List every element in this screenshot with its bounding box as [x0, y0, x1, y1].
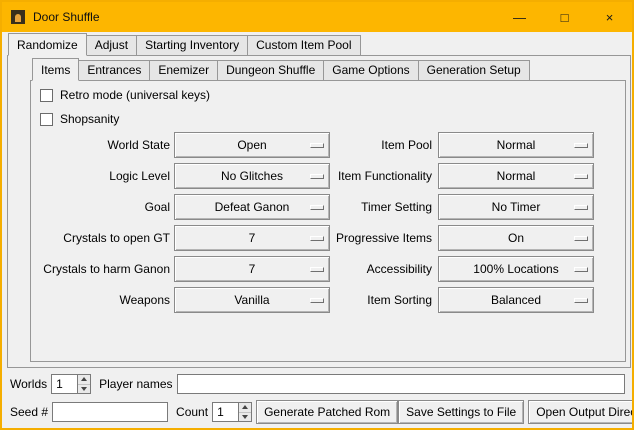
- progressive-items-label: Progressive Items: [304, 225, 432, 251]
- timer-setting-value: No Timer: [439, 195, 593, 219]
- worlds-row: Worlds Player names: [10, 373, 625, 395]
- item-pool-label: Item Pool: [304, 132, 432, 158]
- worlds-input[interactable]: [52, 375, 77, 393]
- door-shuffle-window: Door Shuffle — □ × Randomize Adjust Star…: [0, 0, 634, 430]
- worlds-spin-buttons: [77, 375, 90, 393]
- item-functionality-label: Item Functionality: [304, 163, 432, 189]
- retro-mode-row: Retro mode (universal keys): [40, 87, 210, 103]
- timer-setting-dropdown[interactable]: No Timer: [438, 194, 594, 220]
- crystals-gt-label: Crystals to open GT: [32, 225, 170, 251]
- tab-adjust[interactable]: Adjust: [86, 35, 137, 56]
- item-pool-value: Normal: [439, 133, 593, 157]
- progressive-items-dropdown[interactable]: On: [438, 225, 594, 251]
- tab-dungeon-shuffle[interactable]: Dungeon Shuffle: [217, 60, 324, 81]
- close-button[interactable]: ×: [587, 2, 632, 32]
- accessibility-dropdown[interactable]: 100% Locations: [438, 256, 594, 282]
- count-spin-buttons: [238, 403, 251, 421]
- dropdown-indicator-icon: [574, 174, 588, 179]
- dropdown-indicator-icon: [574, 205, 588, 210]
- item-sorting-label: Item Sorting: [304, 287, 432, 313]
- progressive-items-value: On: [439, 226, 593, 250]
- spin-down-icon[interactable]: [78, 384, 90, 394]
- spin-up-icon[interactable]: [78, 375, 90, 384]
- tab-entrances[interactable]: Entrances: [78, 60, 150, 81]
- item-sorting-dropdown[interactable]: Balanced: [438, 287, 594, 313]
- tab-items[interactable]: Items: [32, 58, 79, 81]
- item-functionality-dropdown[interactable]: Normal: [438, 163, 594, 189]
- player-names-label: Player names: [99, 377, 172, 391]
- shopsanity-row: Shopsanity: [40, 111, 119, 127]
- titlebar[interactable]: Door Shuffle — □ ×: [2, 2, 632, 32]
- item-sorting-value: Balanced: [439, 288, 593, 312]
- tab-randomize[interactable]: Randomize: [8, 33, 87, 56]
- spin-down-icon[interactable]: [239, 412, 251, 422]
- worlds-label: Worlds: [10, 377, 47, 391]
- generate-patched-rom-button[interactable]: Generate Patched Rom: [256, 400, 398, 424]
- weapons-label: Weapons: [32, 287, 170, 313]
- tab-game-options[interactable]: Game Options: [323, 60, 418, 81]
- timer-setting-label: Timer Setting: [304, 194, 432, 220]
- dropdown-indicator-icon: [574, 236, 588, 241]
- spin-up-icon[interactable]: [239, 403, 251, 412]
- retro-mode-label: Retro mode (universal keys): [60, 88, 210, 102]
- maximize-button[interactable]: □: [542, 2, 587, 32]
- shopsanity-label: Shopsanity: [60, 112, 119, 126]
- randomize-sub-tab-bar: Items Entrances Enemizer Dungeon Shuffle…: [32, 59, 530, 81]
- accessibility-value: 100% Locations: [439, 257, 593, 281]
- count-spinner[interactable]: [212, 402, 252, 422]
- open-output-directory-button[interactable]: Open Output Directory: [528, 400, 634, 424]
- world-state-label: World State: [32, 132, 170, 158]
- seed-row: Seed # Count Generate Patched Rom Save S…: [10, 400, 625, 424]
- minimize-button[interactable]: —: [497, 2, 542, 32]
- seed-label: Seed #: [10, 405, 48, 419]
- dropdown-indicator-icon: [574, 143, 588, 148]
- retro-mode-checkbox[interactable]: [40, 89, 53, 102]
- count-input[interactable]: [213, 403, 238, 421]
- dropdown-indicator-icon: [574, 298, 588, 303]
- tab-custom-item-pool[interactable]: Custom Item Pool: [247, 35, 360, 56]
- dropdown-indicator-icon: [574, 267, 588, 272]
- goal-label: Goal: [32, 194, 170, 220]
- window-controls: — □ ×: [497, 2, 632, 32]
- worlds-spinner[interactable]: [51, 374, 91, 394]
- logic-level-label: Logic Level: [32, 163, 170, 189]
- window-title: Door Shuffle: [33, 10, 100, 24]
- crystals-ganon-label: Crystals to harm Ganon: [32, 256, 170, 282]
- accessibility-label: Accessibility: [304, 256, 432, 282]
- player-names-input[interactable]: [177, 374, 626, 394]
- tab-enemizer[interactable]: Enemizer: [149, 60, 218, 81]
- tab-generation-setup[interactable]: Generation Setup: [418, 60, 530, 81]
- main-tab-bar: Randomize Adjust Starting Inventory Cust…: [8, 34, 361, 56]
- save-settings-button[interactable]: Save Settings to File: [398, 400, 524, 424]
- item-functionality-value: Normal: [439, 164, 593, 188]
- items-pane: [30, 80, 626, 362]
- count-label: Count: [176, 405, 208, 419]
- item-pool-dropdown[interactable]: Normal: [438, 132, 594, 158]
- app-icon: [10, 9, 26, 25]
- shopsanity-checkbox[interactable]: [40, 113, 53, 126]
- seed-input[interactable]: [52, 402, 168, 422]
- tab-starting-inventory[interactable]: Starting Inventory: [136, 35, 248, 56]
